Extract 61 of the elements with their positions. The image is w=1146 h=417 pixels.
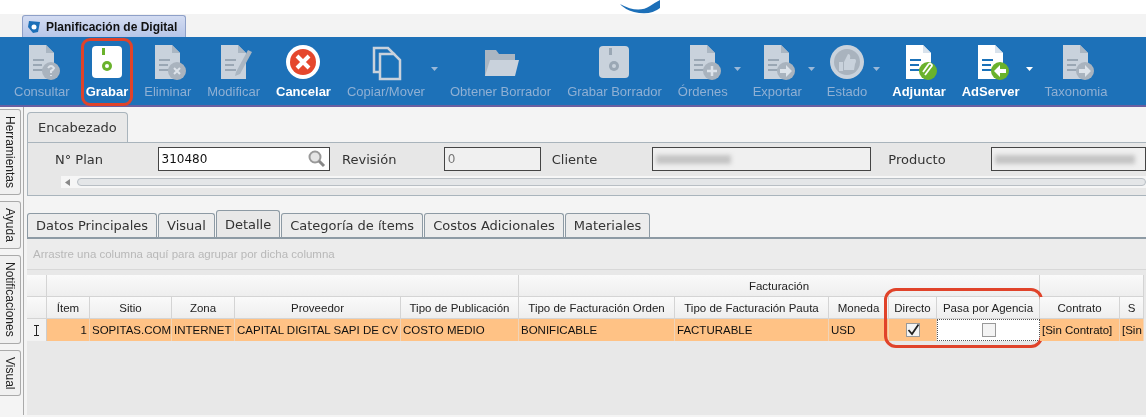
table-cell: USD <box>829 319 889 341</box>
input-field[interactable] <box>652 147 872 171</box>
table-cell: INTERNET <box>172 319 235 341</box>
toolbar-button[interactable]: AdServer <box>956 38 1025 106</box>
field-label: Cliente <box>551 151 599 167</box>
tab[interactable]: Datos Principales <box>27 213 158 237</box>
section-tab[interactable]: Encabezado <box>27 112 128 142</box>
column-header[interactable]: Tipo de Publicación <box>401 297 519 319</box>
side-tab[interactable]: Ayuda <box>0 201 21 249</box>
table-cell: [Sin Contrato] <box>1040 319 1120 341</box>
band-header[interactable]: Facturación <box>519 275 1040 297</box>
side-tab[interactable]: Herramientas <box>0 109 21 196</box>
column-header[interactable]: S <box>1120 297 1144 319</box>
tab[interactable]: Detalle <box>215 210 281 237</box>
row-indicator[interactable] <box>27 319 47 341</box>
column-header[interactable]: Proveedor <box>235 297 401 319</box>
input-field[interactable]: 310480 <box>157 147 331 171</box>
horizontal-scrollbar[interactable] <box>61 176 1146 188</box>
column-header[interactable]: Sitio <box>90 297 172 319</box>
header-cell <box>27 297 47 319</box>
table-cell: CAPITAL DIGITAL SAPI DE CV <box>235 319 401 341</box>
search-icon[interactable] <box>308 150 327 168</box>
scroll-left-icon[interactable] <box>65 178 71 186</box>
side-tab[interactable]: Notificaciones <box>0 254 21 344</box>
column-header[interactable]: Directo <box>889 297 937 319</box>
tab[interactable]: Visual <box>158 213 215 237</box>
input-field[interactable]: 0 <box>443 147 541 171</box>
table-cell: COSTO MEDIO <box>401 319 519 341</box>
field-label: N° Plan <box>55 151 104 167</box>
toolbar-button[interactable]: Cancelar <box>271 38 336 106</box>
table-cell: FACTURABLE <box>675 319 829 341</box>
input-field[interactable] <box>990 147 1146 171</box>
tab[interactable]: Costos Adicionales <box>424 213 564 237</box>
table-cell: BONIFICABLE <box>519 319 675 341</box>
table-cell: 1 <box>47 319 90 341</box>
checkbox[interactable] <box>905 323 920 337</box>
tab-title: Planificación de Digital <box>46 19 178 34</box>
field-label: Producto <box>888 151 947 167</box>
scrollbar-thumb[interactable] <box>77 178 1146 186</box>
text-cursor-icon <box>33 324 40 336</box>
tab[interactable]: Categoría de ítems <box>281 213 424 237</box>
tab[interactable]: Materiales <box>564 213 651 237</box>
table-cell: SOPITAS.COM <box>90 319 172 341</box>
column-header[interactable]: Moneda <box>829 297 889 319</box>
field-label: Revisión <box>342 151 398 167</box>
checkbox[interactable] <box>981 323 996 337</box>
swoosh-icon <box>620 0 660 14</box>
caret-icon[interactable] <box>1025 67 1033 71</box>
column-header[interactable]: Tipo de Facturación Pauta <box>675 297 829 319</box>
side-tab[interactable]: Visual <box>0 349 21 396</box>
column-header[interactable]: Contrato <box>1040 297 1120 319</box>
column-header[interactable]: Tipo de Facturación Orden <box>519 297 675 319</box>
column-header[interactable]: Zona <box>172 297 235 319</box>
document-tab[interactable]: Planificación de Digital <box>22 15 187 37</box>
header-cell <box>27 275 47 297</box>
column-header[interactable]: Ítem <box>47 297 90 319</box>
toolbar-button[interactable]: Adjuntar <box>887 38 951 106</box>
toolbar-button[interactable]: Grabar <box>80 38 134 106</box>
app-logo-icon <box>27 19 41 34</box>
table-cell: [Sin <box>1120 319 1144 341</box>
column-header[interactable]: Pasa por Agencia <box>937 297 1040 319</box>
